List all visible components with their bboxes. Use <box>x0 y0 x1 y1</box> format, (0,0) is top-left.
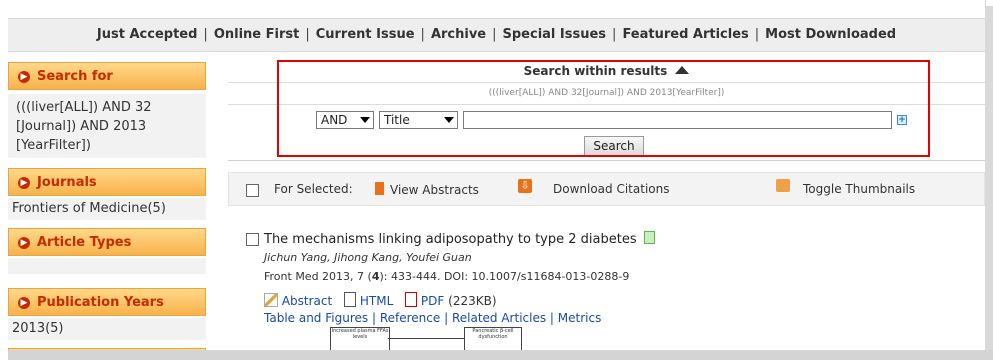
sidebar-article-types-header[interactable]: ▶ Article Types <box>8 228 206 256</box>
article-full-text-links: Abstract HTML PDF (223KB) <box>264 292 497 308</box>
pdf-icon <box>405 292 418 307</box>
table-figures-link[interactable]: Table and Figures <box>264 311 368 325</box>
arrow-right-icon: ▶ <box>18 237 30 249</box>
article-checkbox[interactable] <box>246 233 259 246</box>
article-authors: Jichun Yang, Jihong Kang, Youfei Guan <box>264 251 472 264</box>
sidebar-search-for-title: Search for <box>37 69 113 84</box>
article-title[interactable]: The mechanisms linking adiposopathy to t… <box>264 231 655 247</box>
nav-current-issue[interactable]: Current Issue <box>316 27 415 42</box>
nav-separator: | <box>305 27 310 42</box>
article-title-text[interactable]: The mechanisms linking adiposopathy to t… <box>264 232 637 247</box>
nav-separator: | <box>203 27 208 42</box>
article-citation: Front Med 2013, 7 (4): 433-444. DOI: 10.… <box>264 270 629 283</box>
sidebar-journal-item[interactable]: Frontiers of Medicine(5) <box>8 198 206 220</box>
html-file-icon <box>344 292 357 307</box>
nav-separator: | <box>612 27 617 42</box>
thumbnail-box: Increased plasma FFAs levels <box>330 327 390 350</box>
pencil-icon <box>264 293 278 307</box>
toggle-thumbnails-link[interactable]: Toggle Thumbnails <box>803 182 915 196</box>
nav-online-first[interactable]: Online First <box>214 27 300 42</box>
page-frame: Just Accepted | Online First | Current Issue… <box>0 0 986 350</box>
thumbnail-box: Pancreatic β-cell dysfunction <box>464 327 522 350</box>
note-icon[interactable] <box>643 231 655 244</box>
window-shadow-bottom <box>8 350 993 360</box>
article-thumbnail[interactable]: Increased plasma FFAs levels Pancreatic … <box>330 327 530 350</box>
arrow-right-icon: ▶ <box>18 297 30 309</box>
nav-separator: | <box>492 27 497 42</box>
abstract-link[interactable]: Abstract <box>282 294 332 308</box>
html-link[interactable]: HTML <box>360 294 393 308</box>
highlight-box <box>277 60 930 157</box>
for-selected-label: For Selected: <box>274 182 353 196</box>
arrow-right-icon: ▶ <box>18 177 30 189</box>
sidebar-journals-title: Journals <box>37 175 97 190</box>
nav-just-accepted[interactable]: Just Accepted <box>97 27 198 42</box>
top-nav: Just Accepted | Online First | Current Issue… <box>8 18 985 52</box>
sidebar-publication-years-header[interactable]: ▶ Publication Years <box>8 288 206 316</box>
pdf-size: (223KB) <box>448 294 497 308</box>
view-abstracts-link[interactable]: View Abstracts <box>390 183 479 197</box>
arrow-right-icon: ▶ <box>18 71 30 83</box>
image-icon <box>776 179 790 192</box>
thumbnail-arrow <box>388 338 464 339</box>
nav-special-issues[interactable]: Special Issues <box>503 27 607 42</box>
nav-archive[interactable]: Archive <box>431 27 486 42</box>
sidebar-search-query: (((liver[ALL]) AND 32 [Journal]) AND 201… <box>8 94 206 158</box>
sidebar-year-item[interactable]: 2013(5) <box>8 318 206 340</box>
nav-separator: | <box>420 27 425 42</box>
download-citations-link[interactable]: Download Citations <box>553 182 669 196</box>
article-more-links: Table and Figures | Reference | Related … <box>264 311 602 325</box>
pdf-link[interactable]: PDF <box>421 294 444 308</box>
sidebar-publication-years-title: Publication Years <box>37 295 164 310</box>
reference-link[interactable]: Reference <box>380 311 440 325</box>
citation-issue: 4 <box>371 270 380 283</box>
sidebar-article-types-title: Article Types <box>37 235 132 250</box>
sidebar-search-for-header[interactable]: ▶ Search for <box>8 62 206 90</box>
sidebar-article-types-body <box>8 258 206 274</box>
nav-separator: | <box>754 27 760 42</box>
divider <box>228 160 985 161</box>
citation-suffix: ): 433-444. DOI: 10.1007/s11684-013-0288… <box>379 270 630 283</box>
nav-featured-articles[interactable]: Featured Articles <box>622 27 748 42</box>
sidebar-journals-header[interactable]: ▶ Journals <box>8 168 206 196</box>
download-icon: ⇩ <box>518 179 532 193</box>
window-shadow-right <box>985 6 993 360</box>
sidebar: ▶ Search for (((liver[ALL]) AND 32 [Jour… <box>8 62 206 350</box>
document-icon <box>375 182 384 195</box>
select-all-checkbox[interactable] <box>246 184 259 197</box>
metrics-link[interactable]: Metrics <box>558 311 602 325</box>
for-selected-bar: For Selected: View Abstracts ⇩ Download … <box>228 172 985 206</box>
citation-prefix: Front Med 2013, 7 ( <box>264 270 372 283</box>
related-articles-link[interactable]: Related Articles <box>452 311 546 325</box>
nav-most-downloaded[interactable]: Most Downloaded <box>765 27 896 42</box>
